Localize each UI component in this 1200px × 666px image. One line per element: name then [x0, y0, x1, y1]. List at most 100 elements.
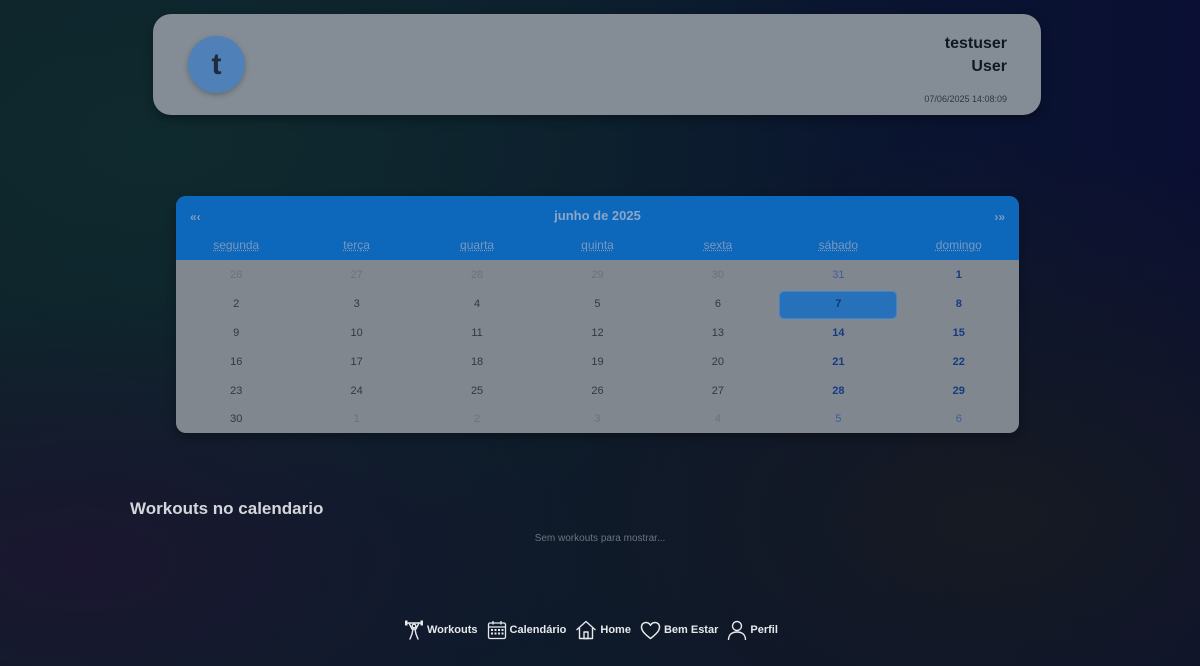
weekday-label: sexta [703, 238, 733, 252]
nav-label: Bem Estar [663, 624, 719, 636]
calendar-day[interactable]: 29 [537, 261, 657, 290]
nav-item-workouts[interactable]: Workouts [404, 619, 478, 641]
day-number: 4 [714, 413, 721, 426]
calendar-day[interactable]: 25 [417, 376, 537, 405]
calendar-day[interactable]: 21 [778, 347, 898, 376]
calendar-day[interactable]: 12 [537, 319, 657, 348]
calendar-day[interactable]: 1 [296, 405, 416, 433]
calendar-day[interactable]: 22 [899, 347, 1019, 376]
profile-info: testuser User 07/06/2025 14:08:09 [924, 32, 1007, 104]
day-number: 6 [955, 413, 962, 426]
day-number: 9 [233, 326, 240, 339]
day-number: 6 [714, 298, 721, 311]
calendar-day[interactable]: 17 [296, 347, 416, 376]
calendar-day[interactable]: 5 [778, 405, 898, 433]
avatar[interactable]: t [188, 36, 245, 93]
calendar-day[interactable]: 9 [176, 319, 296, 348]
calendar-day[interactable]: 26 [537, 376, 657, 405]
day-number: 25 [470, 384, 484, 397]
calendar-day[interactable]: 8 [899, 290, 1019, 319]
calendar-day[interactable]: 14 [778, 319, 898, 348]
day-number: 26 [230, 269, 243, 282]
day-number: 2 [474, 413, 481, 426]
day-number: 15 [952, 326, 965, 339]
calendar-day[interactable]: 30 [176, 405, 296, 433]
empty-workouts-message: Sem workouts para mostrar... [534, 533, 666, 544]
calendar-day[interactable]: 16 [176, 347, 296, 376]
day-number: 11 [471, 326, 483, 339]
day-number: 1 [955, 269, 962, 282]
timestamp: 07/06/2025 14:08:09 [924, 94, 1007, 104]
home-icon [576, 620, 597, 640]
calendar-day[interactable]: 13 [658, 319, 778, 348]
day-number: 13 [711, 326, 725, 339]
day-number: 12 [591, 326, 604, 339]
calendar-day[interactable]: 23 [176, 376, 296, 405]
calendar-day[interactable]: 6 [899, 405, 1019, 433]
calendar-day[interactable]: 1 [899, 261, 1019, 290]
heart-icon [640, 621, 661, 639]
nav-label: Home [600, 624, 631, 636]
calendar-day[interactable]: 4 [658, 405, 778, 433]
weekday-label: quarta [460, 238, 495, 252]
day-number: 5 [835, 413, 842, 426]
profile-card: t testuser User 07/06/2025 14:08:09 [153, 14, 1041, 115]
day-number: 29 [591, 269, 604, 282]
nav-item-calendar[interactable]: Calendário [487, 620, 567, 640]
next-month-button[interactable]: ›» [994, 210, 1005, 224]
day-number: 7 [835, 298, 842, 311]
calendar-day[interactable]: 18 [417, 347, 537, 376]
calendar-day[interactable]: 30 [658, 261, 778, 290]
calendar-day[interactable]: 6 [658, 290, 778, 319]
calendar-day[interactable]: 2 [417, 405, 537, 433]
calendar-day[interactable]: 10 [296, 319, 416, 348]
workouts-section-title: Workouts no calendario [130, 499, 324, 518]
nav-item-home[interactable]: Home [575, 620, 631, 640]
calendar-day[interactable]: 3 [296, 290, 416, 319]
day-number: 14 [832, 326, 845, 339]
nav-item-profile[interactable]: Perfil [727, 620, 778, 641]
day-number: 27 [711, 384, 725, 397]
calendar-day[interactable]: 28 [417, 261, 537, 290]
day-number: 26 [591, 384, 604, 397]
calendar-day[interactable]: 28 [778, 376, 898, 405]
day-number: 3 [594, 413, 601, 426]
calendar-day[interactable]: 29 [899, 376, 1019, 405]
calendar-day-selected[interactable]: 7 [778, 290, 898, 319]
calendar-day[interactable]: 27 [296, 261, 416, 290]
calendar-day[interactable]: 3 [537, 405, 657, 433]
day-number: 20 [711, 355, 725, 368]
day-number: 21 [832, 355, 845, 368]
calendar-grid: 26 27 28 29 30 31 1 2 3 4 5 6 7 8 9 10 11 12 13 14 15 16 17 18 1… [176, 260, 1019, 433]
calendar-day[interactable]: 11 [417, 319, 537, 348]
calendar-header: «‹ junho de 2025 ›» segunda terça quarta… [176, 196, 1019, 260]
calendar-day[interactable]: 19 [537, 347, 657, 376]
day-number: 30 [711, 269, 725, 282]
calendar-day[interactable]: 2 [176, 290, 296, 319]
day-number: 16 [230, 355, 243, 368]
nav-item-wellbeing[interactable]: Bem Estar [640, 621, 718, 640]
calendar-day[interactable]: 27 [658, 376, 778, 405]
day-number: 1 [353, 413, 360, 426]
month-title[interactable]: junho de 2025 [176, 208, 1019, 223]
calendar-day[interactable]: 26 [176, 261, 296, 290]
calendar-day[interactable]: 5 [537, 290, 657, 319]
calendar-day[interactable]: 31 [778, 261, 898, 290]
day-number: 18 [470, 355, 484, 368]
nav-label: Perfil [750, 624, 778, 636]
calendar-day[interactable]: 24 [296, 376, 416, 405]
day-number: 8 [955, 298, 962, 311]
calendar-icon [487, 621, 506, 640]
nav-label: Calendário [509, 624, 567, 636]
day-number: 3 [353, 298, 360, 311]
calendar: «‹ junho de 2025 ›» segunda terça quarta… [176, 196, 1019, 433]
calendar-day[interactable]: 4 [417, 290, 537, 319]
calendar-day[interactable]: 20 [658, 347, 778, 376]
day-number: 22 [952, 355, 965, 368]
day-number: 29 [952, 384, 965, 397]
day-number: 27 [350, 269, 363, 282]
day-number: 31 [832, 269, 845, 282]
weightlifter-icon [405, 620, 423, 640]
day-number: 2 [233, 298, 240, 311]
calendar-day[interactable]: 15 [899, 319, 1019, 348]
